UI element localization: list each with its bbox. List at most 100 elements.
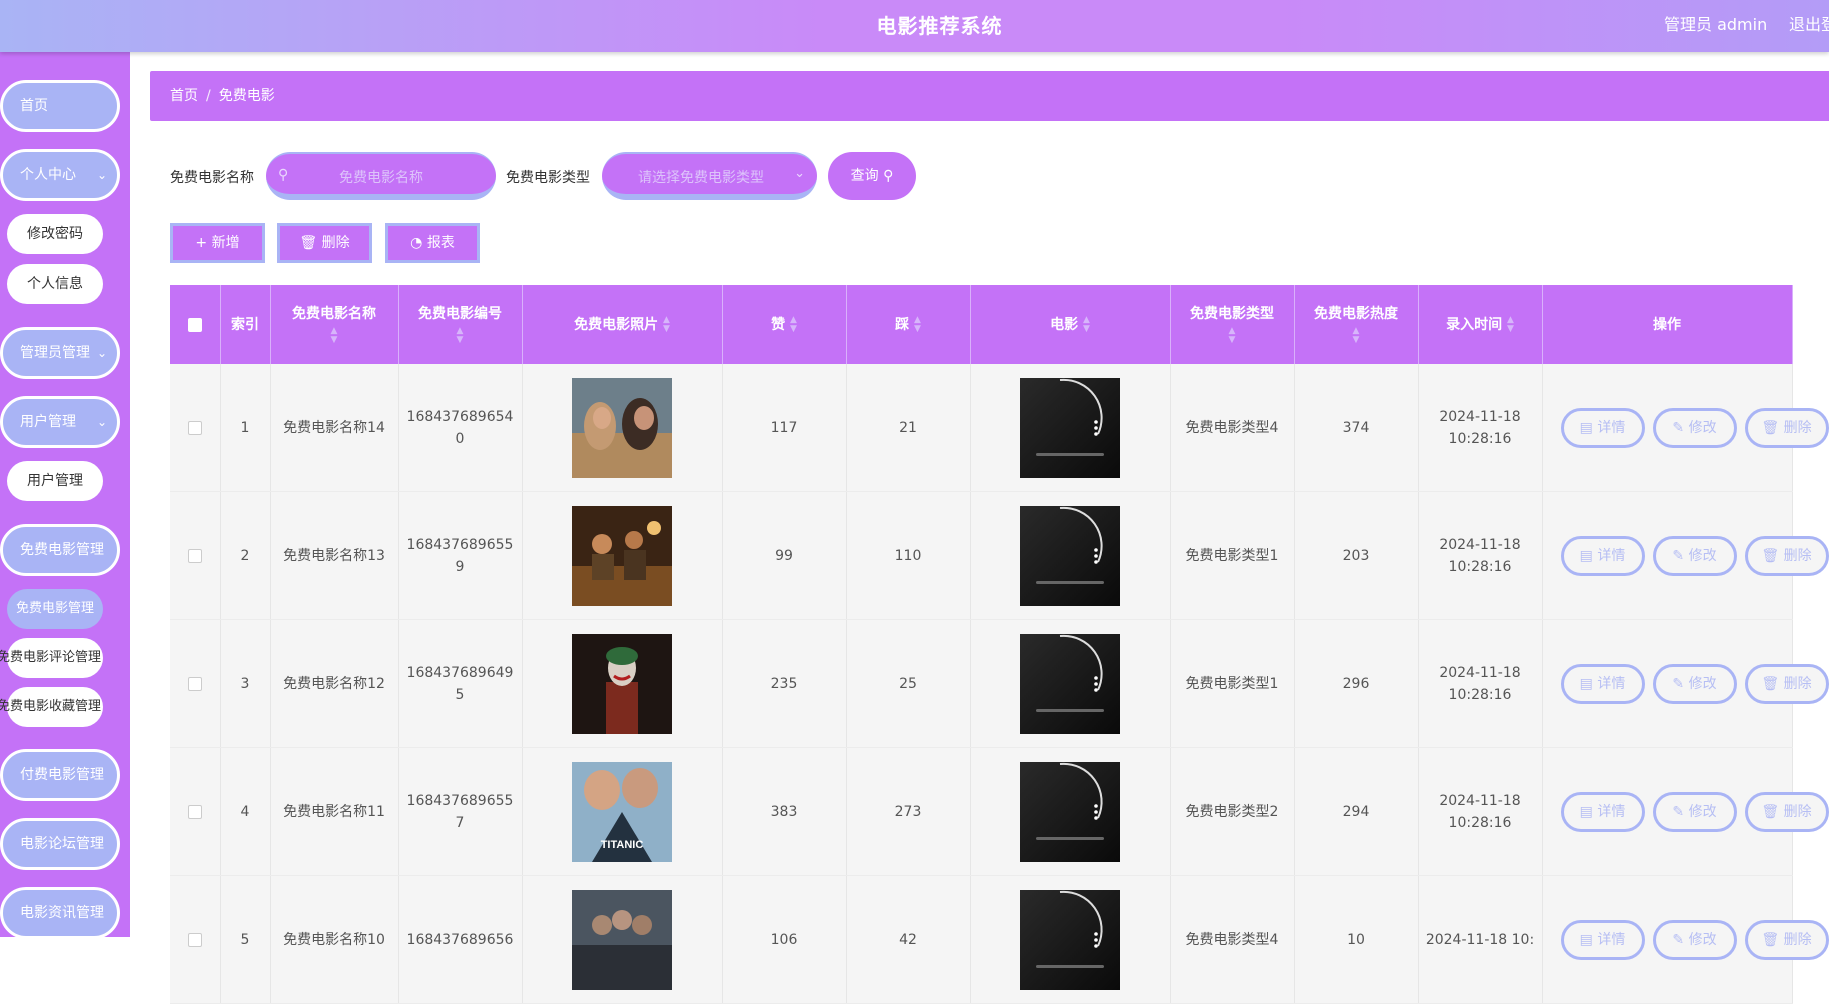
- sidebar-subitem-free-movie-comment[interactable]: 免费电影评论管理: [0, 638, 103, 678]
- movie-video-player[interactable]: [1020, 505, 1120, 606]
- breadcrumb-home[interactable]: 首页: [170, 88, 198, 104]
- edit-button-label: 修改: [1688, 676, 1717, 692]
- col-type-label: 免费电影类型: [1190, 305, 1274, 322]
- sort-icon[interactable]: ▲ ▼: [1229, 326, 1236, 345]
- row-actions: ▤ 详情 ✎ 修改 🗑 删除: [1549, 620, 1829, 747]
- sort-icon[interactable]: ▲ ▼: [790, 315, 797, 334]
- report-button-label: 报表: [426, 235, 455, 251]
- cell-type: 免费电影类型4: [1170, 875, 1295, 1004]
- cell-name: 免费电影名称14: [270, 364, 399, 492]
- sidebar-item-personal[interactable]: 个人中心 ⌄: [0, 149, 120, 201]
- detail-button[interactable]: ▤ 详情: [1560, 536, 1645, 576]
- col-poster[interactable]: 免费电影照片 ▲ ▼: [522, 285, 723, 364]
- cell-name: 免费电影名称13: [270, 491, 399, 620]
- delete-button[interactable]: 🗑 删除: [1744, 664, 1829, 704]
- edit-button[interactable]: ✎ 修改: [1652, 664, 1737, 704]
- sidebar-subitem-profile[interactable]: 个人信息: [7, 264, 103, 304]
- cell-poster: [522, 619, 723, 748]
- movie-video-player[interactable]: [1020, 377, 1120, 478]
- add-button[interactable]: + 新增: [170, 223, 265, 263]
- col-name[interactable]: 免费电影名称 ▲ ▼: [270, 285, 399, 364]
- report-button[interactable]: ◔ 报表: [385, 223, 480, 263]
- search-name-input[interactable]: ⚲ 免费电影名称: [266, 152, 496, 200]
- cell-dislikes: 110: [846, 491, 971, 620]
- sort-icon[interactable]: ▲ ▼: [1353, 326, 1360, 345]
- movie-video-player[interactable]: [1020, 761, 1120, 862]
- row-checkbox[interactable]: [187, 804, 202, 819]
- query-button[interactable]: 查询 ⚲: [828, 152, 916, 200]
- col-dislikes[interactable]: 踩 ▲ ▼: [846, 285, 971, 364]
- col-ops: 操作: [1542, 285, 1793, 364]
- sort-icon[interactable]: ▲ ▼: [457, 326, 464, 345]
- col-time[interactable]: 录入时间 ▲ ▼: [1418, 285, 1543, 364]
- detail-button[interactable]: ▤ 详情: [1560, 792, 1645, 832]
- movie-poster-image: [572, 889, 672, 990]
- cell-time: 2024-11-18 10:28:16: [1418, 364, 1543, 492]
- select-all-checkbox[interactable]: [187, 317, 202, 332]
- sort-icon[interactable]: ▲ ▼: [1507, 315, 1514, 334]
- row-checkbox[interactable]: [187, 420, 202, 435]
- sidebar-item-label: 付费电影管理: [20, 767, 104, 783]
- col-movie[interactable]: 电影 ▲ ▼: [970, 285, 1171, 364]
- document-icon: ▤: [1579, 676, 1593, 692]
- sidebar-item-paid-movie-mgmt[interactable]: 付费电影管理: [0, 749, 120, 801]
- delete-button[interactable]: 🗑 删除: [1744, 920, 1829, 960]
- movie-video-player[interactable]: [1020, 633, 1120, 734]
- sidebar-item-free-movie-mgmt[interactable]: 免费电影管理: [0, 524, 120, 576]
- row-checkbox[interactable]: [187, 548, 202, 563]
- sort-icon[interactable]: ▲ ▼: [663, 315, 670, 334]
- query-button-label: 查询: [850, 168, 879, 184]
- document-icon: ▤: [1579, 804, 1593, 820]
- detail-button[interactable]: ▤ 详情: [1560, 664, 1645, 704]
- video-loading-spinner-icon: [1036, 762, 1104, 840]
- col-time-label: 录入时间: [1446, 316, 1503, 333]
- sidebar-subitem-free-movie-mgmt[interactable]: 免费电影管理: [7, 589, 103, 629]
- cell-poster: TITANIC: [522, 747, 723, 876]
- detail-button-label: 详情: [1597, 932, 1626, 948]
- cell-movie: [970, 619, 1171, 748]
- sort-icon[interactable]: ▲ ▼: [331, 326, 338, 345]
- row-checkbox[interactable]: [187, 932, 202, 947]
- table-row: 5 免费电影名称10 168437689656 106 42 免费电影类型4 10 2024-…: [170, 875, 1829, 1004]
- row-select-cell: [170, 619, 221, 748]
- search-name-placeholder: 免费电影名称: [339, 170, 423, 186]
- delete-button[interactable]: 🗑 删除: [1744, 792, 1829, 832]
- pencil-icon: ✎: [1672, 932, 1685, 948]
- cell-ops: ▤ 详情 ✎ 修改 🗑 删除: [1542, 875, 1829, 1004]
- sidebar-item-user-mgmt[interactable]: 用户管理 ⌄: [0, 396, 120, 448]
- type-select[interactable]: 请选择免费电影类型 ⌄: [602, 152, 817, 200]
- sidebar-item-news-mgmt[interactable]: 电影资讯管理: [0, 887, 120, 939]
- sidebar-item-label: 电影论坛管理: [20, 836, 104, 852]
- detail-button-label: 详情: [1597, 420, 1626, 436]
- col-likes[interactable]: 赞 ▲ ▼: [722, 285, 847, 364]
- delete-button[interactable]: 🗑 删除: [1744, 408, 1829, 448]
- col-code[interactable]: 免费电影编号 ▲ ▼: [398, 285, 523, 364]
- logout-link[interactable]: 退出登录: [1789, 11, 1829, 35]
- edit-button[interactable]: ✎ 修改: [1652, 920, 1737, 960]
- edit-button-label: 修改: [1688, 548, 1717, 564]
- edit-button[interactable]: ✎ 修改: [1652, 536, 1737, 576]
- edit-button[interactable]: ✎ 修改: [1652, 792, 1737, 832]
- cell-time: 2024-11-18 10:28:16: [1418, 491, 1543, 620]
- sidebar-subitem-user-mgmt[interactable]: 用户管理: [7, 461, 103, 501]
- detail-button[interactable]: ▤ 详情: [1560, 920, 1645, 960]
- delete-button[interactable]: 🗑 删除: [1744, 536, 1829, 576]
- detail-button[interactable]: ▤ 详情: [1560, 408, 1645, 448]
- sidebar-item-forum-mgmt[interactable]: 电影论坛管理: [0, 818, 120, 870]
- sort-icon[interactable]: ▲ ▼: [1083, 315, 1090, 334]
- batch-delete-button[interactable]: 🗑 删除: [277, 223, 372, 263]
- col-type[interactable]: 免费电影类型 ▲ ▼: [1170, 285, 1295, 364]
- sidebar-item-admin-mgmt[interactable]: 管理员管理 ⌄: [0, 327, 120, 379]
- sidebar-subitem-change-password[interactable]: 修改密码: [7, 214, 103, 254]
- pencil-icon: ✎: [1672, 804, 1685, 820]
- sidebar-subitem-free-movie-fav[interactable]: 免费电影收藏管理: [0, 687, 103, 727]
- chevron-down-icon: ⌄: [794, 166, 805, 181]
- edit-button[interactable]: ✎ 修改: [1652, 408, 1737, 448]
- movie-video-player[interactable]: [1020, 889, 1120, 990]
- cell-time: 2024-11-18 10:: [1418, 875, 1543, 1004]
- col-heat[interactable]: 免费电影热度 ▲ ▼: [1294, 285, 1419, 364]
- sidebar-item-home[interactable]: 首页: [0, 80, 120, 132]
- sort-icon[interactable]: ▲ ▼: [914, 315, 921, 334]
- cell-dislikes: 273: [846, 747, 971, 876]
- row-checkbox[interactable]: [187, 676, 202, 691]
